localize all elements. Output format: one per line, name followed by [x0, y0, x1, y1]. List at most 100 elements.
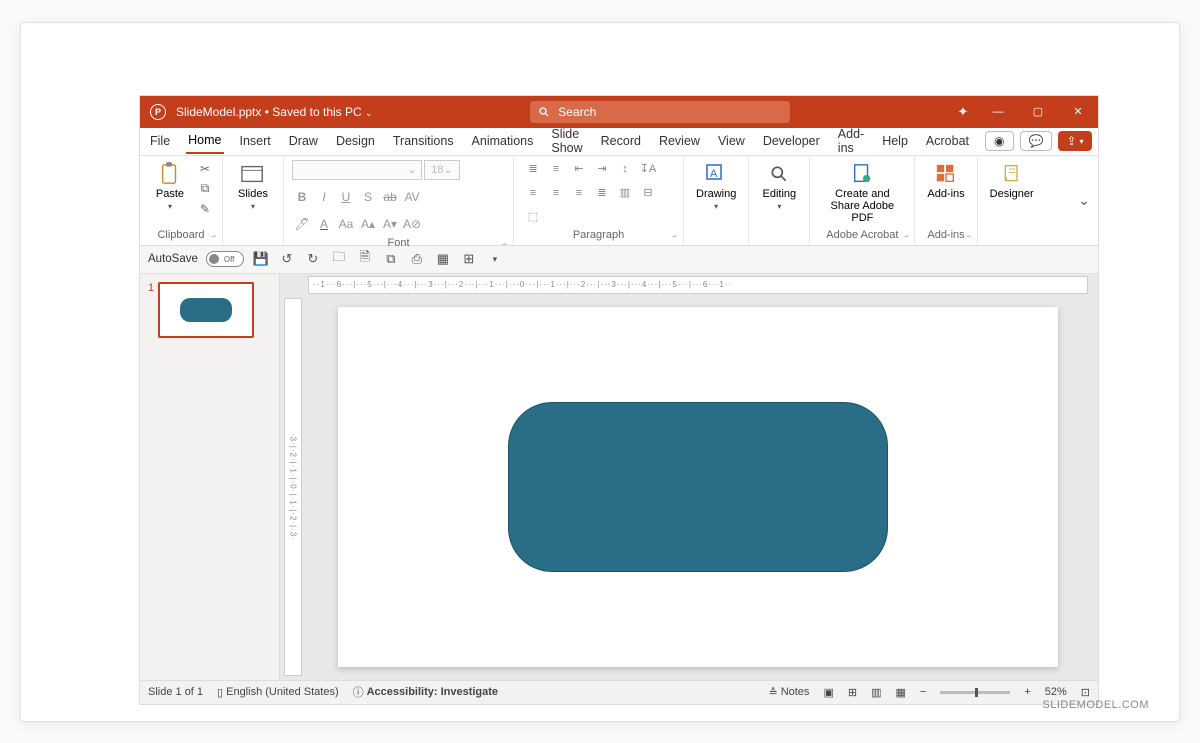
italic-button[interactable]: I: [314, 187, 334, 207]
search-box[interactable]: Search: [530, 101, 790, 123]
qat-print-button[interactable]: ⎙: [408, 250, 426, 268]
minimize-button[interactable]: ―: [978, 96, 1018, 128]
document-title[interactable]: SlideModel.pptx • Saved to this PC ⌄: [176, 105, 373, 119]
columns-button[interactable]: ▥: [614, 184, 636, 202]
text-direction-button[interactable]: ↧A: [637, 160, 659, 178]
font-color-button[interactable]: A: [314, 214, 334, 234]
fit-window-button[interactable]: ⊡: [1081, 686, 1090, 699]
create-pdf-button[interactable]: Create and Share Adobe PDF: [818, 160, 906, 226]
changecase-button[interactable]: Aa: [336, 214, 356, 234]
save-button[interactable]: 💾: [252, 250, 270, 268]
spacing-button[interactable]: AV: [402, 187, 422, 207]
copilot-icon[interactable]: ✦: [948, 104, 978, 120]
tab-addins[interactable]: Add-ins: [836, 122, 866, 160]
reading-view-button[interactable]: ▥: [871, 686, 881, 699]
tab-view[interactable]: View: [716, 129, 747, 153]
align-left-button[interactable]: ≡: [522, 184, 544, 202]
tab-file[interactable]: File: [148, 129, 172, 153]
undo-button[interactable]: ↺: [278, 250, 296, 268]
strike-button[interactable]: ab: [380, 187, 400, 207]
copy-button[interactable]: ⧉: [196, 180, 214, 198]
zoom-slider[interactable]: [940, 691, 1010, 694]
tab-design[interactable]: Design: [334, 129, 377, 153]
paste-icon: [158, 162, 182, 186]
drawing-button[interactable]: A Drawing ▾: [692, 160, 740, 213]
slide-thumbnails-panel[interactable]: 1: [140, 274, 280, 680]
zoom-out-button[interactable]: −: [920, 686, 926, 698]
bullets-button[interactable]: ≣: [522, 160, 544, 178]
slide-counter[interactable]: Slide 1 of 1: [148, 686, 203, 698]
underline-button[interactable]: U: [336, 187, 356, 207]
comments-button[interactable]: 💬: [1020, 131, 1053, 151]
editing-button[interactable]: Editing ▾: [757, 160, 801, 213]
tab-review[interactable]: Review: [657, 129, 702, 153]
slideshow-view-button[interactable]: ▦: [895, 686, 905, 699]
collapse-ribbon-button[interactable]: ⌄: [1078, 192, 1098, 209]
camera-button[interactable]: ◉: [985, 131, 1013, 151]
addins-button[interactable]: Add-ins: [923, 160, 968, 202]
slide-canvas[interactable]: [338, 307, 1058, 667]
tab-transitions[interactable]: Transitions: [391, 129, 456, 153]
designer-icon: [1000, 162, 1024, 186]
indent-inc-button[interactable]: ⇥: [591, 160, 613, 178]
title-bar: P SlideModel.pptx • Saved to this PC ⌄ S…: [140, 96, 1098, 128]
qat-more-button[interactable]: ▾: [486, 250, 504, 268]
tab-insert[interactable]: Insert: [238, 129, 273, 153]
indent-dec-button[interactable]: ⇤: [568, 160, 590, 178]
qat-new-button[interactable]: 🗎: [356, 250, 374, 268]
tab-developer[interactable]: Developer: [761, 129, 822, 153]
designer-button[interactable]: Designer: [986, 160, 1038, 202]
font-size-select[interactable]: 18 ⌄: [424, 160, 460, 180]
zoom-level[interactable]: 52%: [1045, 686, 1067, 698]
shadow-button[interactable]: S: [358, 187, 378, 207]
cut-button[interactable]: ✂: [196, 160, 214, 178]
qat-present-button[interactable]: ▦: [434, 250, 452, 268]
rounded-rectangle-shape[interactable]: [508, 402, 888, 572]
tab-draw[interactable]: Draw: [287, 129, 320, 153]
vertical-ruler[interactable]: ·3·|·2·|·1·|·0·|·1·|·2·|·3·: [284, 298, 302, 676]
search-placeholder: Search: [558, 105, 596, 119]
line-spacing-button[interactable]: ↕: [614, 160, 636, 178]
language-indicator[interactable]: ▯English (United States): [217, 686, 339, 699]
overflow-icon: ▾: [493, 254, 498, 265]
tab-acrobat[interactable]: Acrobat: [924, 129, 971, 153]
powerpoint-window: P SlideModel.pptx • Saved to this PC ⌄ S…: [139, 95, 1099, 705]
align-center-button[interactable]: ≡: [545, 184, 567, 202]
highlight-button[interactable]: 🖊: [292, 214, 312, 234]
tab-record[interactable]: Record: [599, 129, 643, 153]
justify-button[interactable]: ≣: [591, 184, 613, 202]
shrink-font-button[interactable]: A▾: [380, 214, 400, 234]
slide-thumbnail-1[interactable]: [158, 282, 254, 338]
paste-button[interactable]: Paste ▾: [148, 160, 192, 213]
notes-icon: ≙: [768, 686, 777, 699]
accessibility-indicator[interactable]: ⓘAccessibility: Investigate: [353, 684, 498, 700]
qat-touch-button[interactable]: ⊞: [460, 250, 478, 268]
share-button[interactable]: ⇪▾: [1058, 131, 1091, 151]
tab-help[interactable]: Help: [880, 129, 910, 153]
sorter-view-button[interactable]: ⊞: [848, 686, 857, 699]
close-button[interactable]: ✕: [1058, 96, 1098, 128]
clear-format-button[interactable]: A⊘: [402, 214, 422, 234]
horizontal-ruler[interactable]: ··1···6···|···5···|···4···|···3···|···2·…: [308, 276, 1088, 294]
maximize-button[interactable]: ▢: [1018, 96, 1058, 128]
autosave-toggle[interactable]: Off: [206, 251, 244, 267]
align-text-button[interactable]: ⊟: [637, 184, 659, 202]
font-name-select[interactable]: ⌄: [292, 160, 422, 180]
tab-home[interactable]: Home: [186, 128, 223, 154]
notes-button[interactable]: ≙Notes: [768, 686, 809, 699]
normal-view-button[interactable]: ▣: [823, 686, 833, 699]
redo-button[interactable]: ↻: [304, 250, 322, 268]
zoom-in-button[interactable]: +: [1024, 686, 1030, 698]
numbering-button[interactable]: ≡: [545, 160, 567, 178]
group-label-font: Font: [292, 237, 505, 251]
tab-animations[interactable]: Animations: [470, 129, 536, 153]
tab-slideshow[interactable]: Slide Show: [549, 122, 584, 160]
align-right-button[interactable]: ≡: [568, 184, 590, 202]
convert-smartart-button[interactable]: ⬚: [522, 208, 544, 226]
qat-open-button[interactable]: 🗀: [330, 250, 348, 268]
grow-font-button[interactable]: A▴: [358, 214, 378, 234]
qat-copy-button[interactable]: ⧉: [382, 250, 400, 268]
slides-button[interactable]: Slides ▾: [231, 160, 275, 213]
format-painter-button[interactable]: ✎: [196, 200, 214, 218]
bold-button[interactable]: B: [292, 187, 312, 207]
